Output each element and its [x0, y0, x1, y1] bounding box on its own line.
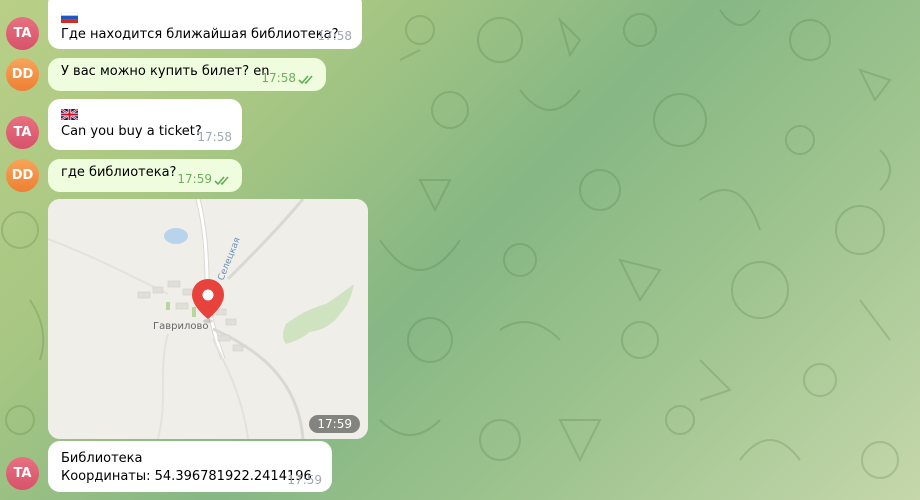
map-preview[interactable]: Селецкая Гаврилово 17:59 [48, 199, 368, 439]
message-bubble[interactable]: Библиотека Координаты: 54.396781922.2414… [48, 441, 332, 492]
avatar[interactable]: DD [6, 58, 39, 91]
message-time: 17:58 [317, 29, 352, 43]
message-text: Can you buy a ticket? [61, 124, 202, 139]
gb-flag-icon [61, 109, 78, 120]
avatar[interactable]: DD [6, 159, 39, 192]
message-text: У вас можно купить билет? en [61, 64, 270, 79]
message-time: 17:58 [197, 130, 232, 144]
avatar-initials: DD [11, 67, 34, 82]
message-bubble[interactable]: Can you buy a ticket? 17:58 [48, 99, 242, 150]
message-time: 17:59 [177, 172, 212, 186]
avatar[interactable]: TA [6, 17, 39, 50]
message-time: 17:59 [309, 415, 360, 433]
avatar-initials: TA [13, 26, 32, 41]
message-bubble[interactable]: Где находится ближайшая библиотека? 17:5… [48, 0, 362, 49]
read-checks-icon [214, 176, 229, 186]
location-title: Библиотека [61, 451, 143, 466]
avatar-initials: TA [13, 466, 32, 481]
message-time: 17:59 [287, 473, 322, 487]
place-label: Гаврилово [153, 321, 209, 332]
message-time: 17:58 [261, 71, 296, 85]
avatar-initials: TA [13, 125, 32, 140]
message-text: Где находится ближайшая библиотека? [61, 27, 339, 42]
message-bubble[interactable]: У вас можно купить билет? en 17:58 [48, 58, 326, 91]
avatar[interactable]: TA [6, 457, 39, 490]
avatar[interactable]: TA [6, 116, 39, 149]
map-image: Селецкая Гаврилово [48, 199, 368, 439]
message-text: где библиотека? [61, 165, 177, 180]
location-coords: Координаты: 54.396781922.2414196 [61, 469, 312, 484]
avatar-initials: DD [11, 168, 34, 183]
ru-flag-icon [61, 12, 78, 23]
message-bubble[interactable]: где библиотека? 17:59 [48, 159, 242, 192]
read-checks-icon [298, 75, 313, 85]
